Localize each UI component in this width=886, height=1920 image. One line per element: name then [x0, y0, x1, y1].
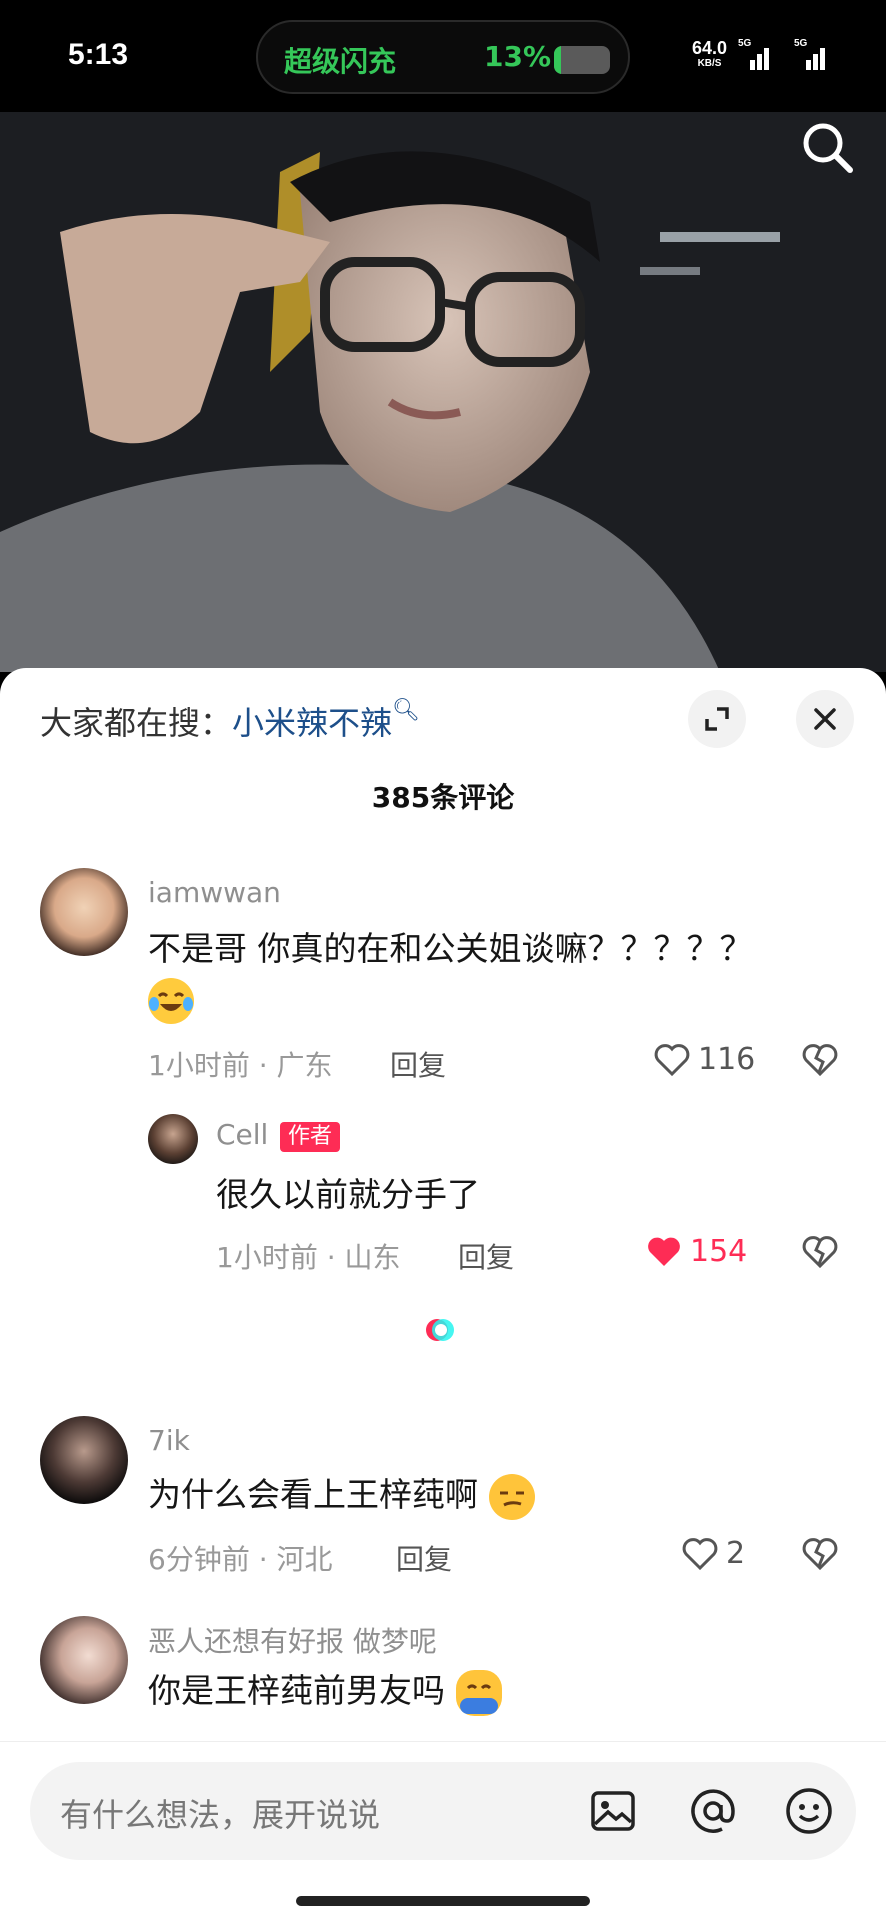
- trending-query-link[interactable]: 小米辣不辣🔍︎: [232, 698, 420, 742]
- comment-text: 不是哥 你真的在和公关姐谈嘛？？？？？: [148, 929, 753, 968]
- avatar[interactable]: [40, 1616, 128, 1704]
- comment-text: 你是王梓莼前男友吗: [148, 1664, 502, 1716]
- video-frame-image: [0, 112, 886, 672]
- heart-icon: [682, 1538, 718, 1571]
- author-badge: 作者: [280, 1122, 341, 1152]
- expand-icon: [705, 707, 729, 731]
- reply-button[interactable]: 回复: [458, 1236, 514, 1276]
- comment-input-placeholder: 有什么想法，展开说说: [60, 1796, 381, 1834]
- comments-sheet: 大家都在搜：小米辣不辣🔍︎ 385条评论 iamwwan 不是哥 你真的在和公关…: [0, 668, 886, 1920]
- like-button[interactable]: 116: [652, 1040, 762, 1080]
- search-icon[interactable]: [798, 118, 856, 176]
- at-icon[interactable]: [686, 1784, 740, 1838]
- hug-emoji-icon: [455, 1669, 502, 1716]
- dislike-button[interactable]: [800, 1040, 840, 1080]
- comment-username[interactable]: iamwwan: [148, 876, 281, 909]
- reply-button[interactable]: 回复: [390, 1044, 446, 1084]
- heart-filled-icon: [648, 1237, 680, 1266]
- emoji-icon[interactable]: [782, 1784, 836, 1838]
- like-count: 2: [726, 1536, 746, 1571]
- dislike-button[interactable]: [800, 1534, 840, 1574]
- charge-label: 超级闪充: [284, 45, 397, 78]
- broken-heart-icon: [802, 1236, 838, 1269]
- reply-text: 很久以前就分手了: [216, 1175, 480, 1214]
- trending-search: 大家都在搜：小米辣不辣🔍︎: [40, 698, 420, 744]
- status-bar: 5:13 超级闪充 13% 64.0 KB/S 5G 5G: [0, 0, 886, 112]
- like-button[interactable]: 154: [644, 1232, 764, 1272]
- dislike-button[interactable]: [800, 1232, 840, 1272]
- net-speed: 64.0 KB/S: [692, 38, 728, 69]
- avatar[interactable]: [40, 868, 128, 956]
- comment-input[interactable]: 有什么想法，展开说说: [30, 1762, 856, 1860]
- loading-spinner-icon: [424, 1314, 456, 1346]
- close-icon: [814, 708, 836, 730]
- trending-prefix: 大家都在搜：: [40, 704, 233, 742]
- charging-indicator: 超级闪充 13%: [256, 20, 630, 94]
- close-button[interactable]: [796, 690, 854, 748]
- expand-button[interactable]: [688, 690, 746, 748]
- comment-text: 为什么会看上王梓莼啊: [148, 1468, 535, 1520]
- video-player[interactable]: [0, 112, 886, 672]
- comment-username[interactable]: 恶人还想有好报 做梦呢: [148, 1620, 437, 1660]
- avatar[interactable]: [148, 1114, 198, 1164]
- reply-button[interactable]: 回复: [396, 1538, 452, 1578]
- comment-username[interactable]: 7ik: [148, 1424, 190, 1457]
- like-button[interactable]: 2: [680, 1534, 770, 1574]
- heart-icon: [654, 1044, 690, 1077]
- comment-input-bar: 有什么想法，展开说说: [0, 1741, 886, 1920]
- avatar[interactable]: [40, 1416, 128, 1504]
- image-icon[interactable]: [586, 1784, 640, 1838]
- battery-percent: 13%: [484, 40, 552, 73]
- crying-laughing-emoji-icon: [148, 978, 194, 1024]
- broken-heart-icon: [802, 1538, 838, 1571]
- reply-meta: 1小时前 · 山东: [216, 1241, 401, 1274]
- home-indicator[interactable]: [296, 1896, 590, 1906]
- like-count: 116: [698, 1042, 756, 1077]
- comment-meta: 6分钟前 · 河北: [148, 1543, 333, 1576]
- reply-username[interactable]: Cell: [216, 1118, 268, 1151]
- signal-icon: 5G: [794, 38, 828, 70]
- like-count: 154: [690, 1234, 748, 1269]
- battery-icon: [554, 46, 610, 74]
- broken-heart-icon: [802, 1044, 838, 1077]
- search-small-icon: 🔍︎: [392, 698, 420, 723]
- signal-icon: 5G: [738, 38, 772, 70]
- status-time: 5:13: [68, 38, 129, 71]
- smirk-emoji-icon: [488, 1473, 535, 1520]
- comment-count: 385条评论: [371, 781, 515, 814]
- comment-meta: 1小时前 · 广东: [148, 1049, 333, 1082]
